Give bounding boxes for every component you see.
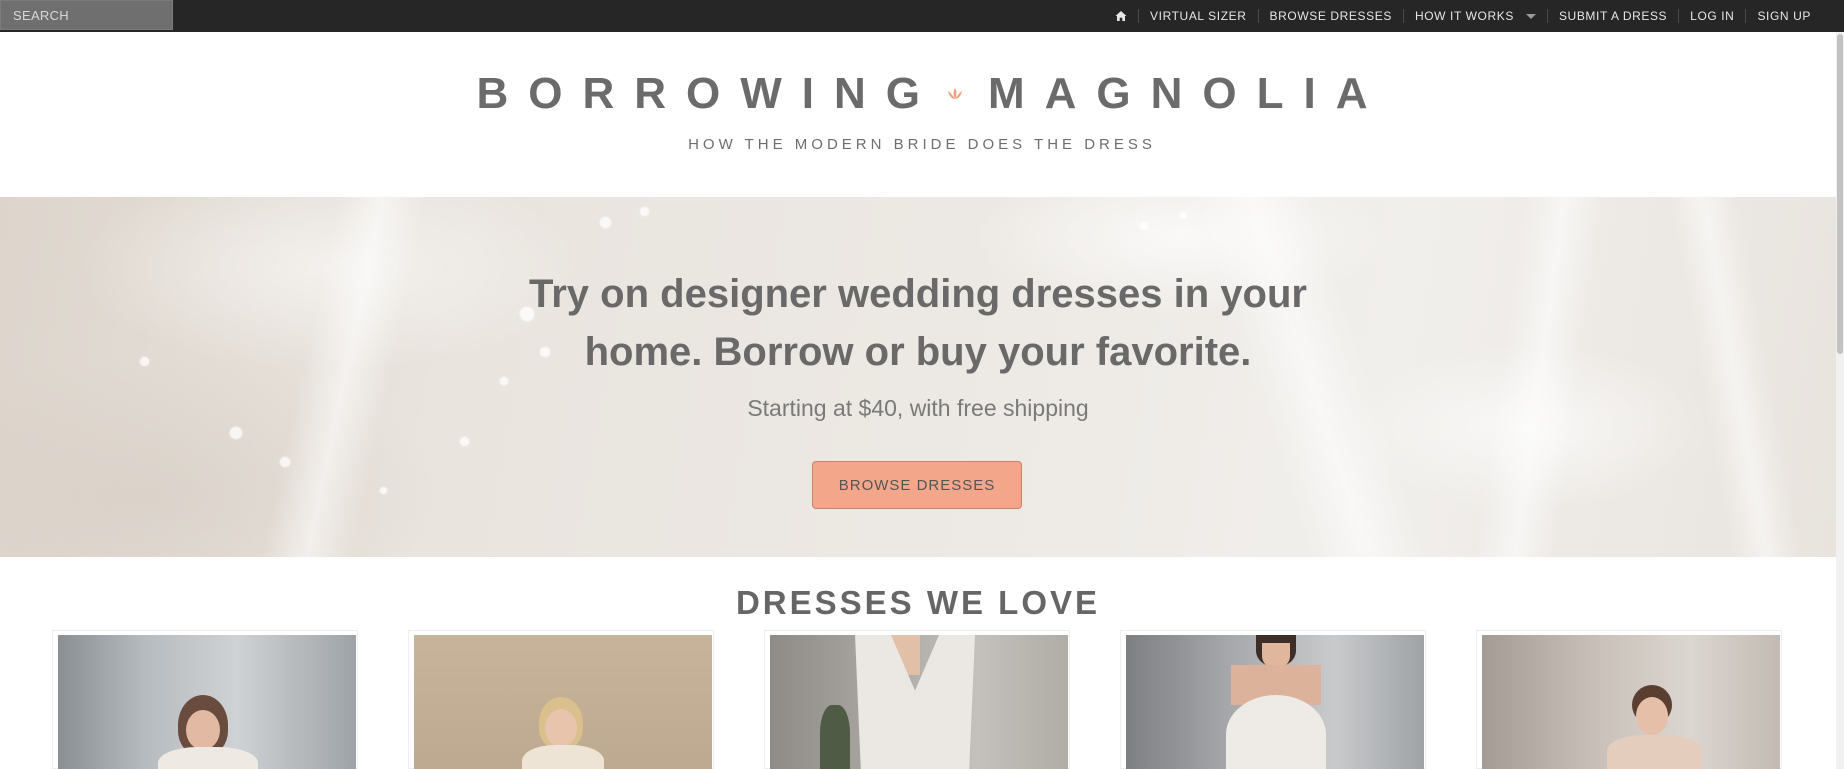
hero-title-line-1: Try on designer wedding dresses in your: [529, 272, 1307, 316]
model-dress: [158, 747, 258, 769]
hero-title: Try on designer wedding dresses in your …: [0, 265, 1836, 381]
dress-card-5[interactable]: [1476, 630, 1782, 769]
sequin: [1140, 222, 1148, 230]
dress-photo[interactable]: [1126, 635, 1424, 769]
sequin: [600, 217, 611, 228]
nav-home[interactable]: [1104, 9, 1138, 23]
model-dress: [522, 745, 604, 769]
hero-subtitle: Starting at $40, with free shipping: [747, 395, 1089, 421]
home-icon[interactable]: [1115, 10, 1127, 22]
hero-title-line-2: home. Borrow or buy your favorite.: [584, 330, 1252, 374]
dress-photo[interactable]: [58, 635, 356, 769]
sequin: [380, 487, 387, 494]
site-logo[interactable]: BORROWING MAGNOLIA HOW THE MODERN BRIDE …: [0, 32, 1844, 197]
magnolia-flower-icon: [944, 83, 966, 105]
dress-card-2[interactable]: [408, 630, 714, 769]
nav-submit-dress[interactable]: SUBMIT A DRESS: [1546, 9, 1678, 23]
nav-virtual-sizer[interactable]: VIRTUAL SIZER: [1138, 9, 1258, 23]
nav-virtual-sizer-label[interactable]: VIRTUAL SIZER: [1150, 9, 1247, 23]
dress-photo[interactable]: [770, 635, 1068, 769]
model-face: [186, 710, 220, 750]
nav-how-it-works[interactable]: HOW IT WORKS: [1402, 9, 1547, 23]
logo-word-magnolia[interactable]: MAGNOLIA: [988, 72, 1388, 116]
section-title: DRESSES WE LOVE: [735, 584, 1101, 621]
nav-sign-up-label[interactable]: SIGN UP: [1757, 9, 1811, 23]
top-nav: VIRTUAL SIZER BROWSE DRESSES HOW IT WORK…: [1104, 0, 1822, 32]
search-input[interactable]: [1, 1, 172, 29]
sequin: [460, 437, 469, 446]
search-box[interactable]: [0, 0, 173, 30]
nav-log-in-label[interactable]: LOG IN: [1690, 9, 1734, 23]
sequin: [640, 207, 649, 216]
page-scrollbar[interactable]: [1836, 32, 1844, 769]
logo-tagline: HOW THE MODERN BRIDE DOES THE DRESS: [688, 136, 1156, 153]
nav-submit-dress-label[interactable]: SUBMIT A DRESS: [1559, 9, 1667, 23]
dress-card-4[interactable]: [1120, 630, 1426, 769]
nav-log-in[interactable]: LOG IN: [1678, 9, 1745, 23]
plant: [820, 705, 850, 769]
nav-browse-dresses[interactable]: BROWSE DRESSES: [1257, 9, 1403, 23]
dress-cards: [52, 630, 1792, 769]
nav-sign-up[interactable]: SIGN UP: [1745, 9, 1822, 23]
logo-word-borrowing[interactable]: BORROWING: [476, 72, 940, 116]
sequin: [230, 427, 242, 439]
hero-banner: Try on designer wedding dresses in your …: [0, 197, 1836, 557]
scrollbar-thumb[interactable]: [1837, 34, 1843, 354]
model-face: [1636, 697, 1668, 735]
model-shoulders: [1607, 735, 1702, 769]
sequin: [280, 457, 290, 467]
nav-browse-dresses-label[interactable]: BROWSE DRESSES: [1270, 9, 1392, 23]
model-dress: [1226, 695, 1326, 769]
dress-card-3[interactable]: [764, 630, 1070, 769]
top-bar: VIRTUAL SIZER BROWSE DRESSES HOW IT WORK…: [0, 0, 1844, 32]
dress-card-1[interactable]: [52, 630, 358, 769]
model-face: [545, 709, 577, 747]
caret-down-icon[interactable]: [1525, 13, 1536, 19]
nav-how-it-works-label[interactable]: HOW IT WORKS: [1415, 9, 1514, 23]
logo-wordmark[interactable]: BORROWING MAGNOLIA: [0, 72, 1844, 116]
dress-photo[interactable]: [1482, 635, 1780, 769]
browse-dresses-button[interactable]: BROWSE DRESSES: [812, 461, 1022, 509]
sequin: [1180, 212, 1187, 219]
dress-photo[interactable]: [414, 635, 712, 769]
